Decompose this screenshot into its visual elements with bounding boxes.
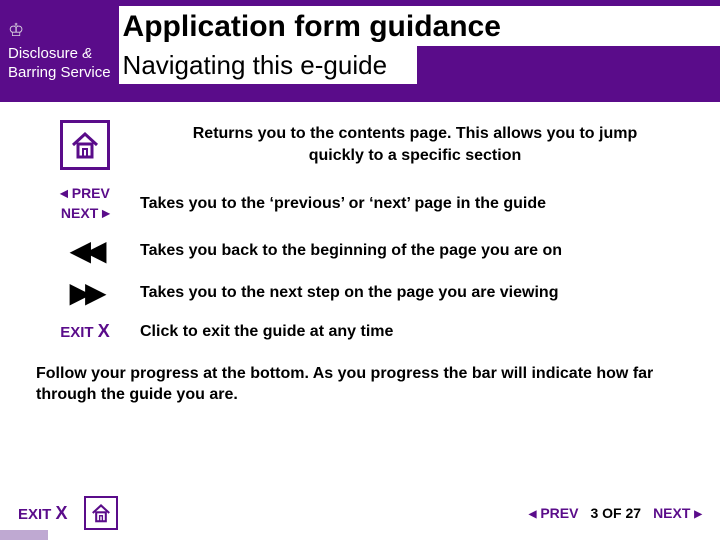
exit-x: X [98,321,110,341]
prev-button[interactable]: ◀ PREV [529,505,579,521]
exit-button[interactable]: EXIT X [18,503,68,524]
prev-mini-label: PREV [72,185,110,201]
row-forward: ▶▶ Takes you to the next step on the pag… [30,279,690,307]
footer-exit-text: EXIT [18,506,51,523]
triangle-right-icon: ▶ [102,208,110,219]
org-line1: Disclosure [8,45,78,62]
row-rewind: ◀◀ Takes you back to the beginning of th… [30,237,690,265]
org-line2: Barring Service [8,64,111,81]
follow-progress-text: Follow your progress at the bottom. As y… [30,357,690,406]
crown-icon: ♔ [8,20,111,41]
footer-triangle-right-icon: ▶ [694,509,702,520]
fast-forward-icon: ▶▶ [69,279,100,307]
page-subtitle: Navigating this e-guide [119,46,418,87]
rewind-icon: ◀◀ [69,237,100,265]
footer-prev-label: PREV [540,505,578,521]
next-mini-label: NEXT [61,205,98,221]
progress-bar [0,530,48,540]
row-prev-next: ◀ PREV NEXT ▶ Takes you to the ‘previous… [30,184,690,223]
footer-triangle-left-icon: ◀ [529,509,537,520]
row-home: Returns you to the contents page. This a… [30,120,690,170]
footer-nav: EXIT X ◀ PREV 3 OF 27 NEXT ▶ [0,496,720,530]
home-desc: Returns you to the contents page. This a… [140,123,690,166]
exit-icon: EXIT X [60,321,110,342]
rewind-desc: Takes you back to the beginning of the p… [140,240,690,262]
org-name: Disclosure & Barring Service [8,45,111,83]
content: Returns you to the contents page. This a… [0,102,720,406]
page-title: Application form guidance [119,6,720,46]
exit-desc: Click to exit the guide at any time [140,321,690,343]
row-exit: EXIT X Click to exit the guide at any ti… [30,321,690,343]
title-block: Application form guidance Navigating thi… [123,0,720,102]
triangle-left-icon: ◀ [60,188,68,199]
footer-exit-x: X [56,503,68,523]
home-icon [60,120,110,170]
next-button[interactable]: NEXT ▶ [653,505,702,521]
exit-text: EXIT [60,324,93,341]
org-amp: & [82,45,92,62]
prev-next-icon: ◀ PREV NEXT ▶ [60,184,110,223]
forward-desc: Takes you to the next step on the page y… [140,282,690,304]
prev-next-desc: Takes you to the ‘previous’ or ‘next’ pa… [140,193,690,215]
page-indicator: 3 OF 27 [590,505,641,521]
org-logo: ♔ Disclosure & Barring Service [8,0,123,102]
footer-next-label: NEXT [653,505,690,521]
header: ♔ Disclosure & Barring Service Applicati… [0,0,720,102]
home-button[interactable] [84,496,118,530]
